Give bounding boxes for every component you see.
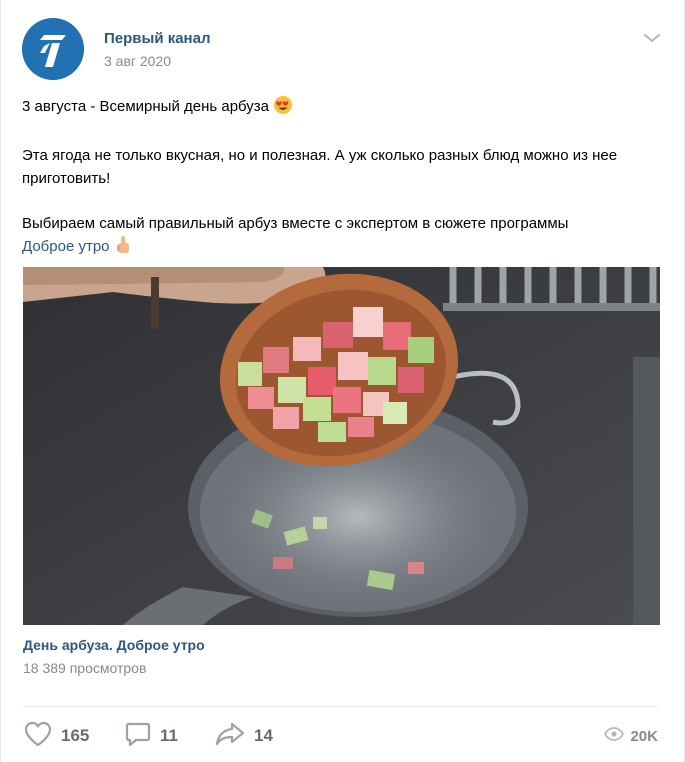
wall-post: Первый канал 3 авг 2020 3 августа - Всем… [0,0,685,762]
video-views: 18 389 просмотров [23,660,147,676]
views-count: 20K [630,727,658,745]
views-counter: 20K [604,720,658,752]
share-icon [214,720,246,753]
author-name[interactable]: Первый канал [104,30,211,47]
text-line-3: Выбираем самый правильный арбуз вместе с… [22,214,569,232]
share-button[interactable]: 14 [214,720,273,752]
comment-count: 11 [160,726,178,745]
channel-avatar[interactable] [22,18,84,80]
like-button[interactable]: 165 [23,720,89,752]
post-actions: 165 11 14 20K [23,720,658,752]
comment-button[interactable]: 11 [124,720,178,752]
comment-icon [124,720,152,753]
video-title[interactable]: День арбуза. Доброе утро [23,637,205,653]
share-count: 14 [254,726,273,745]
like-count: 165 [61,726,90,745]
chevron-down-icon[interactable] [642,30,662,46]
pointing-finger-icon [114,235,132,263]
post-text: 3 августа - Всемирный день арбуза Эта яг… [22,95,662,263]
like-icon [23,720,53,753]
text-line-2: Эта ягода не только вкусная, но и полезн… [22,147,618,187]
heart-eyes-emoji-icon [273,95,293,123]
channel-one-logo [22,18,84,80]
post-header: Первый канал 3 авг 2020 [22,18,662,82]
divider [23,706,658,707]
video-player[interactable] [23,267,660,625]
post-date[interactable]: 3 авг 2020 [104,53,171,69]
text-line-1: 3 августа - Всемирный день арбуза [22,98,270,115]
hashtag-link[interactable]: Доброе утро [22,238,110,255]
video-thumbnail [23,267,660,625]
eye-icon [604,726,625,746]
